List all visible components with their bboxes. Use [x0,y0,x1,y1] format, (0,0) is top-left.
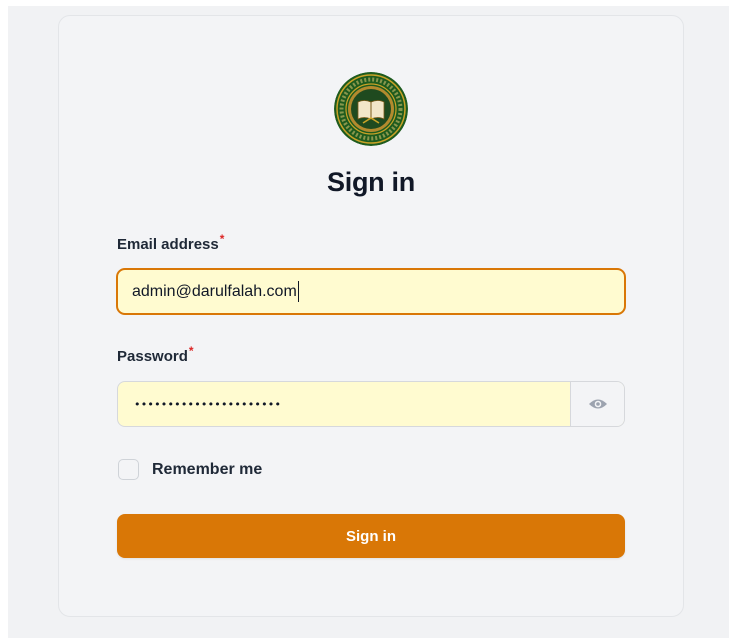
text-caret [297,281,299,302]
sign-in-button[interactable]: Sign in [117,514,625,558]
required-indicator: * [219,232,225,246]
eye-icon [588,399,607,409]
remember-me-label[interactable]: Remember me [152,461,262,479]
show-password-button[interactable] [570,382,624,426]
remember-me-row: Remember me [118,459,262,480]
page-title: Sign in [327,167,415,197]
email-field[interactable]: admin@darulfalah.com [116,268,626,315]
password-label: Password* [117,344,194,367]
password-masked-value: •••••••••••••••••••••• [134,397,282,411]
password-field[interactable]: •••••••••••••••••••••• [118,382,570,426]
institution-seal-icon [334,72,408,146]
remember-me-checkbox[interactable] [118,459,139,480]
required-indicator: * [188,344,194,358]
email-value: admin@darulfalah.com [132,282,297,300]
email-label: Email address* [117,232,225,255]
password-label-text: Password [117,348,188,365]
password-group: •••••••••••••••••••••• [117,381,625,427]
email-label-text: Email address [117,236,219,253]
